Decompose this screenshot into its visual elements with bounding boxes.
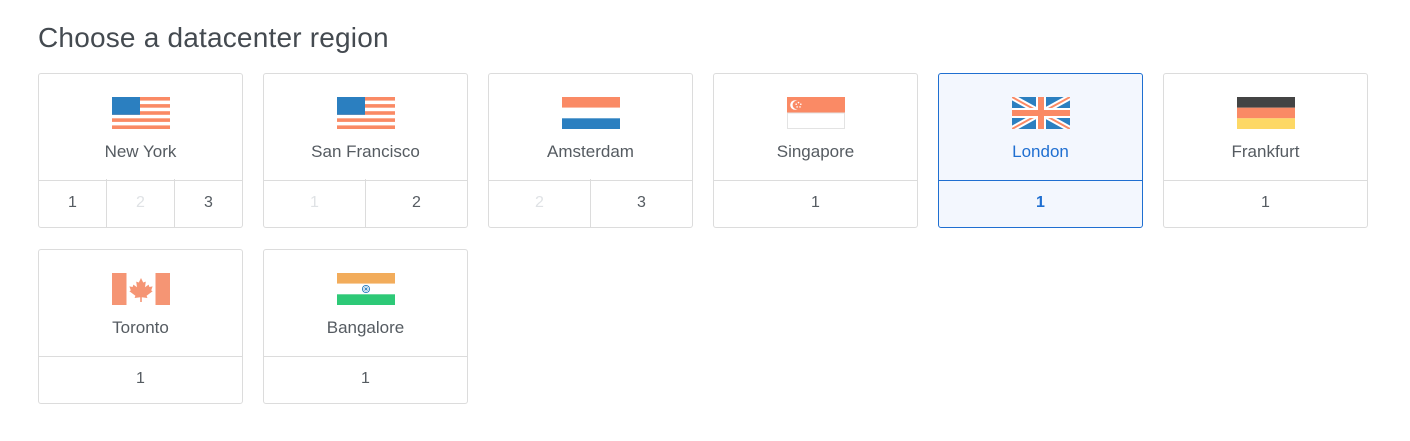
- us-flag-icon: [337, 97, 395, 129]
- datacenter-option-1: 1: [310, 194, 319, 211]
- region-card-amsterdam[interactable]: Amsterdam 2 3: [488, 73, 693, 228]
- datacenter-option-2: 2: [535, 194, 544, 211]
- canada-flag-icon: [112, 273, 170, 305]
- region-card-london[interactable]: London 1: [938, 73, 1143, 228]
- region-header[interactable]: London: [939, 74, 1142, 181]
- region-card-bangalore[interactable]: Bangalore 1: [263, 249, 468, 404]
- region-name: New York: [104, 142, 177, 161]
- datacenter-option-3[interactable]: 3: [174, 179, 242, 227]
- uk-flag-icon: [1012, 97, 1070, 129]
- region-name: Singapore: [776, 142, 855, 161]
- datacenter-option-1[interactable]: 1: [39, 355, 242, 403]
- datacenter-option-2[interactable]: 2: [365, 179, 467, 227]
- page-title: Choose a datacenter region: [38, 22, 389, 53]
- region-card-singapore[interactable]: Singapore 1: [713, 73, 918, 228]
- datacenter-option-1[interactable]: 1: [264, 355, 467, 403]
- region-header[interactable]: Amsterdam: [489, 74, 692, 181]
- datacenter-option-1[interactable]: 1: [939, 179, 1142, 227]
- region-card-toronto[interactable]: Toronto 1: [38, 249, 243, 404]
- datacenter-options: 1: [264, 355, 467, 403]
- datacenter-options: 1: [939, 179, 1142, 227]
- datacenter-options: 1 2: [264, 179, 467, 227]
- region-name: London: [1012, 142, 1069, 161]
- datacenter-option-3[interactable]: 3: [590, 179, 692, 227]
- region-header[interactable]: Singapore: [714, 74, 917, 181]
- region-header[interactable]: Toronto: [39, 250, 242, 357]
- region-header[interactable]: Bangalore: [264, 250, 467, 357]
- singapore-flag-icon: [787, 97, 845, 129]
- region-card-san-francisco[interactable]: San Francisco 1 2: [263, 73, 468, 228]
- datacenter-options: 1: [39, 355, 242, 403]
- us-flag-icon: [112, 97, 170, 129]
- region-name: Frankfurt: [1231, 142, 1300, 161]
- datacenter-options: 1: [714, 179, 917, 227]
- india-flag-icon: [337, 273, 395, 305]
- datacenter-options: 1: [1164, 179, 1367, 227]
- datacenter-options: 1 2 3: [39, 179, 242, 227]
- region-header[interactable]: New York: [39, 74, 242, 181]
- datacenter-option-1[interactable]: 1: [1164, 179, 1367, 227]
- datacenter-option-1[interactable]: 1: [714, 179, 917, 227]
- region-name: Bangalore: [326, 318, 405, 337]
- region-name: San Francisco: [311, 142, 420, 161]
- region-name: Amsterdam: [547, 142, 634, 161]
- datacenter-options: 2 3: [489, 179, 692, 227]
- germany-flag-icon: [1237, 97, 1295, 129]
- netherlands-flag-icon: [562, 97, 620, 129]
- region-name: Toronto: [112, 318, 169, 337]
- region-card-frankfurt[interactable]: Frankfurt 1: [1163, 73, 1368, 228]
- region-card-new-york[interactable]: New York 1 2 3: [38, 73, 243, 228]
- datacenter-region-page: Choose a datacenter region New York 1 2 …: [0, 0, 1410, 441]
- region-header[interactable]: Frankfurt: [1164, 74, 1367, 181]
- region-header[interactable]: San Francisco: [264, 74, 467, 181]
- datacenter-option-2: 2: [106, 179, 174, 227]
- datacenter-option-1[interactable]: 1: [39, 179, 106, 227]
